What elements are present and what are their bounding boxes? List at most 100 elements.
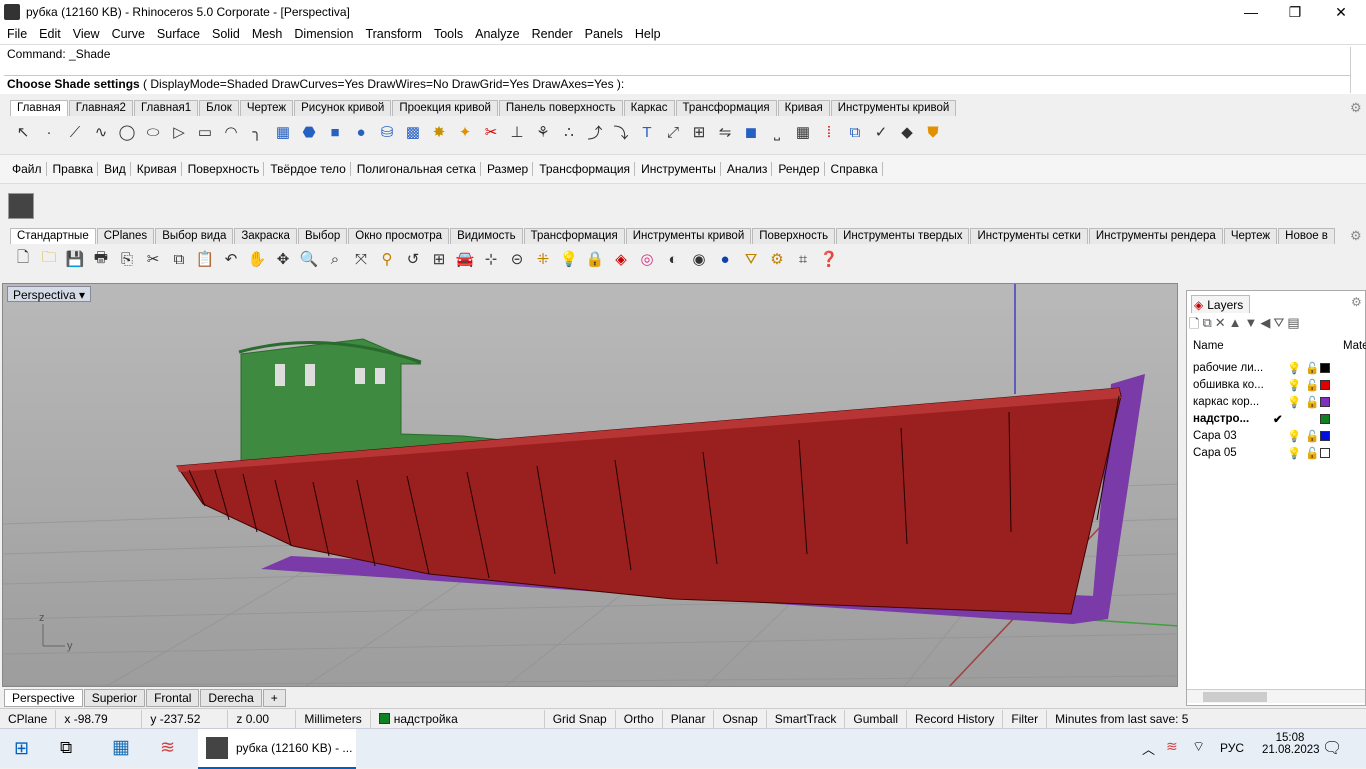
menu-mesh[interactable]: Mesh — [245, 27, 288, 41]
rebuild-icon[interactable]: ⤴ — [582, 120, 608, 144]
layer-row[interactable]: Сара 03 💡 🔓 — [1193, 427, 1363, 444]
check-icon[interactable]: ✓ — [868, 120, 894, 144]
tab-render-tools[interactable]: Инструменты рендера — [1088, 228, 1223, 244]
tab-drafting[interactable]: Чертеж — [239, 100, 294, 116]
mirror-icon[interactable]: ⇋ — [712, 120, 738, 144]
ru-menu-view[interactable]: Вид — [100, 162, 131, 176]
move-icon[interactable]: ⤢ — [660, 120, 686, 144]
menu-view[interactable]: View — [66, 27, 105, 41]
mesh-icon[interactable]: ▩ — [400, 120, 426, 144]
points-on-icon[interactable]: ∴ — [556, 120, 582, 144]
tab-transform-2[interactable]: Трансформация — [523, 228, 625, 244]
tab-glavnaya2[interactable]: Главная2 — [68, 100, 133, 116]
menu-surface[interactable]: Surface — [150, 27, 205, 41]
record-history-toggle[interactable]: Record History — [907, 709, 1004, 728]
trim-icon[interactable]: ✂ — [478, 120, 504, 144]
layer-color-swatch[interactable] — [1320, 447, 1330, 458]
rotate-view-icon[interactable]: ✥ — [270, 247, 296, 271]
open-folder-icon[interactable]: 🗀 — [36, 247, 62, 271]
bulb-icon[interactable]: 💡 — [1287, 429, 1301, 443]
dimension-icon[interactable]: ⎵ — [764, 120, 790, 144]
layers-icon[interactable]: ◈ — [608, 247, 634, 271]
column-name-header[interactable]: Name — [1193, 340, 1224, 352]
command-scrollbar[interactable] — [1350, 47, 1364, 93]
zoom-selected-icon[interactable]: ⚲ — [374, 247, 400, 271]
layer-color-swatch[interactable] — [1320, 379, 1330, 390]
surface-icon[interactable]: ▦ — [270, 120, 296, 144]
command-options[interactable]: ( DisplayMode=Shaded DrawCurves=Yes Draw… — [143, 77, 624, 91]
filter-icon[interactable]: ⛛ — [1273, 315, 1284, 333]
ru-menu-edit[interactable]: Правка — [49, 162, 99, 176]
text-icon[interactable]: T — [634, 120, 660, 144]
move-up-icon[interactable]: ▲ — [1229, 315, 1242, 333]
layer-color-swatch[interactable] — [1320, 413, 1330, 424]
rendered-sphere-icon[interactable]: ◉ — [686, 247, 712, 271]
polyline-icon[interactable]: ⟋ — [62, 120, 88, 144]
array-icon[interactable]: ⊞ — [686, 120, 712, 144]
notifications-icon[interactable]: 🗨 — [1322, 738, 1342, 758]
tab-surface-panel[interactable]: Панель поверхность — [498, 100, 623, 116]
new-file-icon[interactable]: 🗋 — [10, 247, 36, 271]
fillet-icon[interactable]: ╮ — [244, 120, 270, 144]
tab-drafting-2[interactable]: Чертеж — [1223, 228, 1278, 244]
tab-glavnaya1[interactable]: Главная1 — [133, 100, 199, 116]
layer-row-current[interactable]: надстро... ✔ — [1193, 410, 1363, 427]
tray-chevron-up-icon[interactable]: ︿ — [1142, 739, 1155, 758]
cplane-label[interactable]: CPlane — [0, 709, 57, 728]
unlock-icon[interactable]: 🔓 — [1305, 395, 1319, 409]
vp-tab-superior[interactable]: Superior — [83, 689, 146, 707]
menu-file[interactable]: File — [0, 27, 32, 41]
layers-tab[interactable]: ◈ Layers — [1191, 295, 1251, 313]
tab-solid-tools[interactable]: Инструменты твердых — [836, 228, 970, 244]
menu-panels[interactable]: Panels — [578, 27, 628, 41]
move-down-icon[interactable]: ▼ — [1245, 315, 1258, 333]
help-icon[interactable]: ❓ — [816, 247, 842, 271]
language-indicator[interactable]: РУС — [1220, 741, 1244, 755]
bulb-icon[interactable]: 💡 — [1287, 446, 1301, 460]
tab-curve-tools[interactable]: Инструменты кривой — [830, 100, 957, 116]
edit-curve-icon[interactable]: ⤵ — [608, 120, 634, 144]
cut-icon[interactable]: ✂ — [140, 247, 166, 271]
rectangle-icon[interactable]: ▭ — [192, 120, 218, 144]
color-wheel-icon[interactable]: ◎ — [634, 247, 660, 271]
undo-view-icon[interactable]: ↺ — [400, 247, 426, 271]
ru-menu-tools[interactable]: Инструменты — [637, 162, 721, 176]
tab-mesh-tools[interactable]: Инструменты сетки — [970, 228, 1088, 244]
zoom-window-icon[interactable]: ⌕ — [322, 247, 348, 271]
rhino-toolbar-icon[interactable] — [8, 193, 34, 219]
menu-analyze[interactable]: Analyze — [468, 27, 524, 41]
bulb-icon[interactable]: 💡 — [1287, 378, 1301, 392]
arc-icon[interactable]: ◠ — [218, 120, 244, 144]
layer-color-swatch[interactable] — [1320, 362, 1330, 373]
filter-toggle[interactable]: Filter — [1003, 709, 1048, 728]
ru-menu-help[interactable]: Справка — [827, 162, 883, 176]
box-icon[interactable]: ■ — [322, 120, 348, 144]
print-icon[interactable]: 🖶 — [88, 247, 114, 271]
four-viewports-icon[interactable]: ⊞ — [426, 247, 452, 271]
unlock-icon[interactable]: 🔓 — [1305, 361, 1319, 375]
boolean-icon[interactable]: ● — [348, 120, 374, 144]
snap-point-icon[interactable]: ⁜ — [530, 247, 556, 271]
toolbar2-options-gear-icon[interactable]: ⚙ — [1350, 228, 1362, 244]
bulb-icon[interactable]: 💡 — [1287, 361, 1301, 375]
blue-sphere-icon[interactable]: ● — [712, 247, 738, 271]
windows-start-icon[interactable]: ⊞ — [14, 738, 29, 759]
layer-tools-icon[interactable]: ▤ — [1287, 315, 1299, 333]
tab-curve-drawing[interactable]: Рисунок кривой — [294, 100, 392, 116]
unlock-icon[interactable]: 🔓 — [1305, 378, 1319, 392]
viewport-perspective[interactable]: Perspectiva ▾ z y — [2, 283, 1178, 687]
column-material-header[interactable]: Mater — [1343, 340, 1366, 352]
tray-winrar-icon[interactable]: ≋ — [1166, 738, 1178, 755]
circle-icon[interactable]: ◯ — [114, 120, 140, 144]
ru-menu-curve[interactable]: Кривая — [133, 162, 182, 176]
layers-options-gear-icon[interactable]: ⚙ — [1351, 295, 1362, 309]
smarttrack-toggle[interactable]: SmartTrack — [767, 709, 846, 728]
viewport-title[interactable]: Perspectiva ▾ — [7, 286, 92, 302]
import-icon[interactable]: ⎘ — [114, 247, 140, 271]
lock-icon[interactable]: 🔒 — [582, 247, 608, 271]
ru-menu-mesh[interactable]: Полигональная сетка — [353, 162, 481, 176]
ellipse-icon[interactable]: ⬭ — [140, 120, 166, 144]
vp-tab-add[interactable]: + — [262, 689, 286, 707]
ru-menu-analyze[interactable]: Анализ — [723, 162, 773, 176]
tab-display[interactable]: Закраска — [234, 228, 297, 244]
